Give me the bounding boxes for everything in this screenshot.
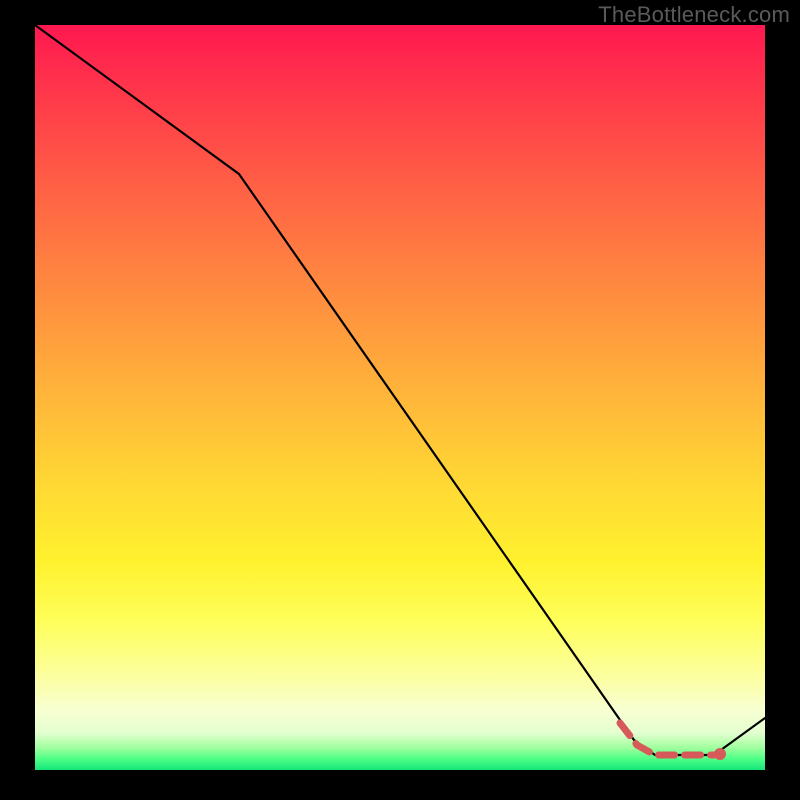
chart-plot-area: [35, 25, 765, 770]
chart-main-line: [35, 25, 765, 755]
chart-stage: TheBottleneck.com: [0, 0, 800, 800]
chart-end-dot: [714, 748, 726, 760]
chart-overlay: [35, 25, 765, 770]
